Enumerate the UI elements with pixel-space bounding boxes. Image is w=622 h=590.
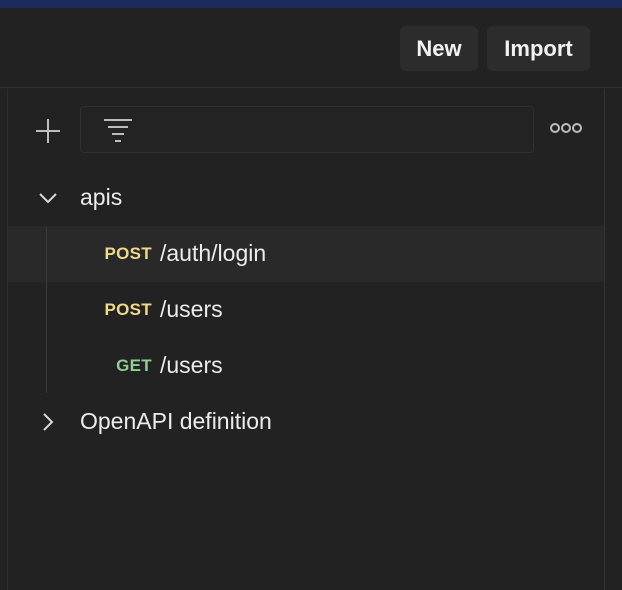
request-item[interactable]: POST /users — [8, 282, 604, 338]
request-item[interactable]: GET /users — [8, 338, 604, 394]
tree-guide-line — [46, 227, 47, 393]
panel-divider[interactable] — [604, 89, 605, 590]
chevron-down-icon[interactable] — [36, 186, 60, 210]
import-button[interactable]: Import — [487, 26, 590, 71]
search-field[interactable] — [80, 106, 534, 154]
window-top-bar — [0, 0, 622, 8]
collection-openapi-definition[interactable]: OpenAPI definition — [8, 394, 604, 450]
chevron-right-icon[interactable] — [36, 410, 60, 434]
request-item[interactable]: POST /auth/login — [8, 226, 604, 282]
collection-apis[interactable]: apis — [8, 170, 604, 226]
more-icon[interactable] — [550, 121, 582, 135]
request-path: /users — [160, 296, 223, 322]
plus-icon[interactable] — [34, 117, 62, 145]
search-input[interactable] — [145, 107, 529, 154]
collection-name: OpenAPI definition — [80, 408, 272, 434]
sidebar-header: New Import — [0, 8, 622, 88]
request-path: /users — [160, 352, 223, 378]
new-button[interactable]: New — [400, 26, 478, 71]
method-badge: POST — [104, 244, 152, 263]
method-badge: POST — [104, 300, 152, 319]
collections-toolbar — [0, 89, 604, 169]
collection-name: apis — [80, 184, 123, 210]
filter-icon[interactable] — [103, 117, 133, 143]
request-path: /auth/login — [160, 240, 267, 266]
method-badge: GET — [116, 356, 152, 375]
